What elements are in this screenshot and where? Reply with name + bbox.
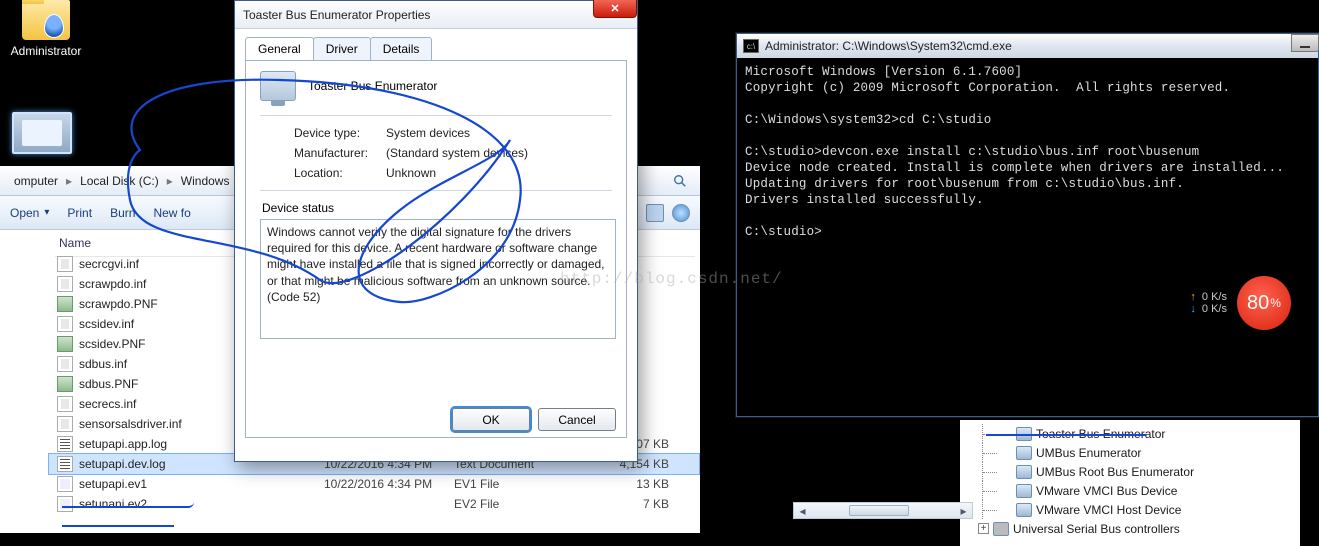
usb-icon <box>993 522 1009 536</box>
percent-badge[interactable]: 80% <box>1237 276 1291 330</box>
breadcrumb-part[interactable]: Windows <box>173 170 238 192</box>
cmd-icon: c:\ <box>743 39 759 53</box>
file-icon <box>57 256 73 272</box>
expand-icon[interactable]: + <box>978 523 989 534</box>
cmd-title-text: Administrator: C:\Windows\System32\cmd.e… <box>765 39 1012 53</box>
arrow-down-icon: ↓ <box>1190 303 1196 315</box>
cmd-window: c:\ Administrator: C:\Windows\System32\c… <box>736 33 1319 417</box>
scroll-thumb[interactable] <box>849 505 909 516</box>
file-icon <box>57 356 73 372</box>
device-icon <box>1016 503 1032 517</box>
label-location: Location: <box>294 166 386 180</box>
arrow-up-icon: ↑ <box>1190 291 1196 303</box>
value-location: Unknown <box>386 166 436 180</box>
device-icon <box>1016 446 1032 460</box>
search-icon[interactable] <box>666 170 694 192</box>
cancel-button[interactable]: Cancel <box>538 408 616 431</box>
folder-icon <box>22 0 70 40</box>
horizontal-scrollbar[interactable]: ◂ ▸ <box>793 502 973 519</box>
file-icon <box>57 376 73 392</box>
chevron-down-icon: ▾ <box>44 207 49 218</box>
tab-bar: General Driver Details <box>245 37 637 60</box>
file-icon <box>57 316 73 332</box>
tab-details[interactable]: Details <box>370 37 433 60</box>
breadcrumb-part[interactable]: omputer <box>6 170 66 192</box>
percent-value: 80 <box>1247 292 1269 315</box>
device-icon <box>1016 465 1032 479</box>
device-name: Toaster Bus Enumerator <box>308 79 437 93</box>
tab-general[interactable]: General <box>245 37 314 60</box>
help-icon[interactable] <box>672 204 690 222</box>
file-name: setupapi.ev1 <box>79 477 324 491</box>
file-date: 10/22/2016 4:34 PM <box>324 477 454 491</box>
download-rate: 0 K/s <box>1202 303 1227 315</box>
open-menu[interactable]: Open <box>10 206 39 220</box>
device-manager-tree: Toaster Bus Enumerator UMBus Enumerator … <box>960 420 1300 546</box>
file-row[interactable]: setupapi.ev110/22/2016 4:34 PMEV1 File13… <box>49 474 699 494</box>
file-type: EV1 File <box>454 477 599 491</box>
label-device-status: Device status <box>262 201 612 215</box>
file-icon <box>57 496 73 512</box>
file-type: EV2 File <box>454 497 599 511</box>
device-label: VMware VMCI Bus Device <box>1036 484 1177 498</box>
device-properties-dialog: Toaster Bus Enumerator Properties ✕ Gene… <box>234 0 638 462</box>
device-label: VMware VMCI Host Device <box>1036 503 1181 517</box>
device-label: Toaster Bus Enumerator <box>1036 427 1165 441</box>
desktop-label: Administrator <box>11 44 82 58</box>
close-button[interactable]: ✕ <box>593 0 637 18</box>
label-device-type: Device type: <box>294 126 386 140</box>
preview-pane-icon[interactable] <box>646 204 664 222</box>
dialog-title[interactable]: Toaster Bus Enumerator Properties <box>235 1 637 29</box>
file-icon <box>57 436 73 452</box>
breadcrumb-part[interactable]: Local Disk (C:) <box>72 170 167 192</box>
file-size: 7 KB <box>599 497 669 511</box>
shield-icon <box>44 14 64 38</box>
new-folder-button[interactable]: New fo <box>153 206 190 220</box>
cmd-titlebar[interactable]: c:\ Administrator: C:\Windows\System32\c… <box>737 34 1318 58</box>
file-icon <box>57 296 73 312</box>
file-icon <box>57 336 73 352</box>
tab-driver[interactable]: Driver <box>313 37 371 60</box>
file-row[interactable]: setunani.ev2 EV2 File7 KB <box>49 494 699 514</box>
file-icon <box>57 476 73 492</box>
upload-rate: 0 K/s <box>1202 291 1227 303</box>
desktop-shortcut-admin[interactable]: Administrator <box>10 0 82 58</box>
scroll-left-icon[interactable]: ◂ <box>794 503 811 518</box>
close-icon: ✕ <box>610 2 619 15</box>
minimize-icon <box>1300 46 1310 48</box>
file-icon <box>57 416 73 432</box>
network-speed-widget: ↑ 0 K/s ↓ 0 K/s 80% <box>1190 276 1291 330</box>
file-name: setunani.ev2 <box>79 497 324 511</box>
print-button[interactable]: Print <box>67 206 92 220</box>
ok-button[interactable]: OK <box>452 408 530 431</box>
device-icon <box>1016 484 1032 498</box>
value-manufacturer: (Standard system devices) <box>386 146 528 160</box>
device-node[interactable]: VMware VMCI Bus Device <box>964 481 1296 500</box>
taskbar-thumbnail[interactable] <box>12 112 72 154</box>
device-icon <box>1016 427 1032 441</box>
label-manufacturer: Manufacturer: <box>294 146 386 160</box>
device-node[interactable]: VMware VMCI Host Device <box>964 500 1296 519</box>
file-icon <box>57 396 73 412</box>
device-label: Universal Serial Bus controllers <box>1013 522 1180 536</box>
device-label: UMBus Root Bus Enumerator <box>1036 465 1194 479</box>
percent-suffix: % <box>1270 296 1281 310</box>
device-node[interactable]: Toaster Bus Enumerator <box>964 424 1296 443</box>
device-category[interactable]: + Universal Serial Bus controllers <box>964 519 1296 538</box>
device-icon <box>260 71 296 101</box>
scroll-right-icon[interactable]: ▸ <box>955 503 972 518</box>
tab-panel-general: Toaster Bus Enumerator Device type:Syste… <box>245 60 627 438</box>
cmd-output[interactable]: Microsoft Windows [Version 6.1.7600] Cop… <box>737 58 1318 246</box>
burn-button[interactable]: Burn <box>110 206 135 220</box>
minimize-button[interactable] <box>1291 34 1319 52</box>
device-status-text[interactable]: Windows cannot verify the digital signat… <box>260 219 616 339</box>
device-node[interactable]: UMBus Root Bus Enumerator <box>964 462 1296 481</box>
dialog-title-text: Toaster Bus Enumerator Properties <box>243 8 430 22</box>
file-size: 13 KB <box>599 477 669 491</box>
file-icon <box>57 456 73 472</box>
value-device-type: System devices <box>386 126 470 140</box>
file-icon <box>57 276 73 292</box>
device-node[interactable]: UMBus Enumerator <box>964 443 1296 462</box>
device-label: UMBus Enumerator <box>1036 446 1141 460</box>
